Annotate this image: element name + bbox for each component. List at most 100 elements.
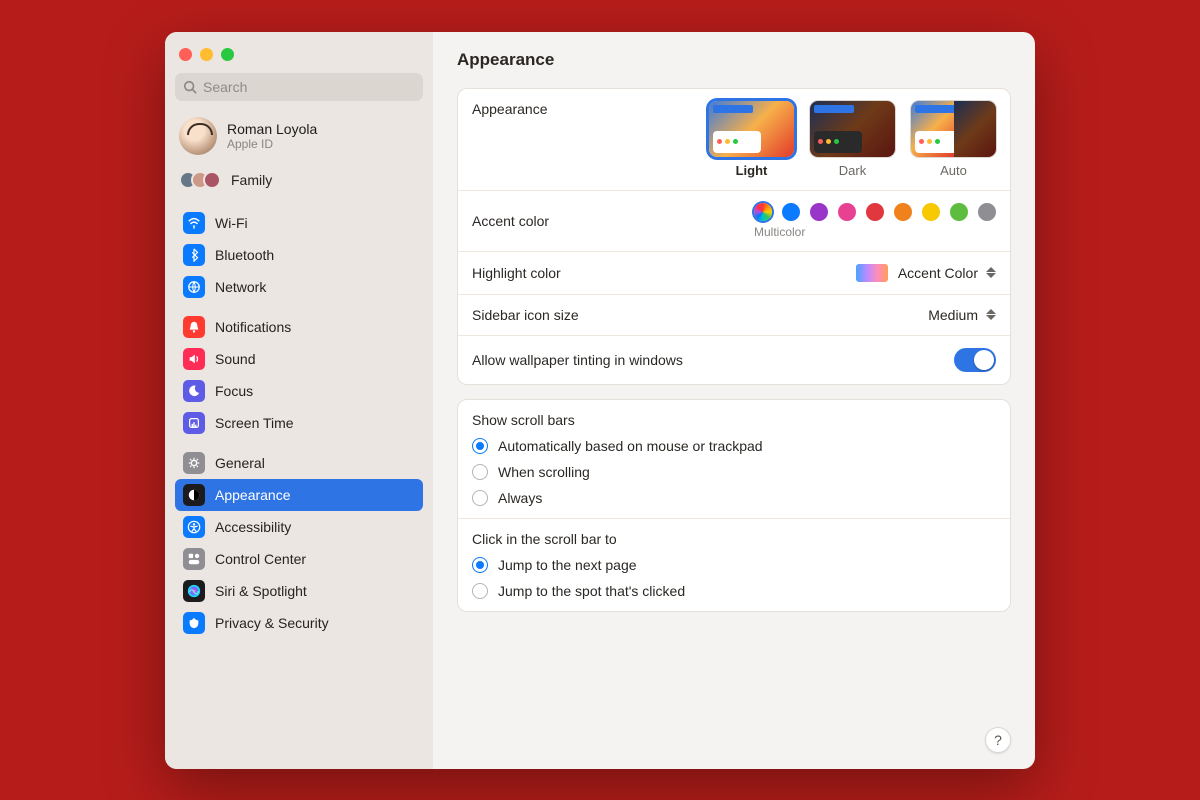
sidebar-item-label: Accessibility: [215, 519, 291, 535]
appearance-label: Appearance: [472, 101, 548, 117]
sidebar-item-sound[interactable]: Sound: [175, 343, 423, 375]
profile-sub: Apple ID: [227, 137, 317, 151]
accent-orange[interactable]: [894, 203, 912, 221]
tinting-label: Allow wallpaper tinting in windows: [472, 352, 683, 368]
close-icon[interactable]: [179, 48, 192, 61]
privacy-icon: [183, 612, 205, 634]
search-input[interactable]: Search: [175, 73, 423, 101]
profile-name: Roman Loyola: [227, 121, 317, 137]
sidebar-item-label: General: [215, 455, 265, 471]
radio-label: Jump to the next page: [498, 557, 637, 573]
radio-icon: [472, 583, 488, 599]
appearance-options: Light Dark Auto: [709, 101, 996, 178]
accent-pink[interactable]: [838, 203, 856, 221]
appearance-icon: [183, 484, 205, 506]
sound-icon: [183, 348, 205, 370]
sidebar-item-privacy[interactable]: Privacy & Security: [175, 607, 423, 639]
sidebar-item-screentime[interactable]: Screen Time: [175, 407, 423, 439]
scrollbar-panel: Show scroll bars Automatically based on …: [457, 399, 1011, 612]
sidebar-item-bluetooth[interactable]: Bluetooth: [175, 239, 423, 271]
search-placeholder: Search: [203, 79, 247, 95]
sidebar-item-label: Network: [215, 279, 266, 295]
highlight-select[interactable]: Accent Color: [856, 264, 996, 282]
family-icon: [179, 171, 221, 189]
accent-purple[interactable]: [810, 203, 828, 221]
sidebar-item-controlcenter[interactable]: Control Center: [175, 543, 423, 575]
accent-multi[interactable]: [754, 203, 772, 221]
sidebar-item-network[interactable]: Network: [175, 271, 423, 303]
sidebar-item-label: Focus: [215, 383, 253, 399]
controlcenter-icon: [183, 548, 205, 570]
accent-label: Accent color: [472, 213, 549, 229]
sidebar-item-notifications[interactable]: Notifications: [175, 311, 423, 343]
accent-green[interactable]: [950, 203, 968, 221]
wifi-icon: [183, 212, 205, 234]
bluetooth-icon: [183, 244, 205, 266]
appearance-panel: Appearance Light Dark: [457, 88, 1011, 385]
sidebar-item-label: Screen Time: [215, 415, 294, 431]
accent-blue[interactable]: [782, 203, 800, 221]
notifications-icon: [183, 316, 205, 338]
sidebar-item-label: Notifications: [215, 319, 291, 335]
sidebar-item-label: Bluetooth: [215, 247, 274, 263]
radio-icon: [472, 490, 488, 506]
content-pane: Appearance Appearance Light Dark: [433, 32, 1035, 769]
updown-icon: [986, 309, 996, 320]
siri-icon: [183, 580, 205, 602]
scroll-option[interactable]: Always: [472, 490, 996, 506]
accent-yellow[interactable]: [922, 203, 940, 221]
sidebar-size-select[interactable]: Medium: [928, 307, 996, 323]
accent-caption: Multicolor: [754, 225, 805, 239]
accessibility-icon: [183, 516, 205, 538]
search-icon: [183, 80, 197, 94]
page-title: Appearance: [457, 50, 1011, 70]
accent-red[interactable]: [866, 203, 884, 221]
radio-icon: [472, 557, 488, 573]
sidebar-item-label: Sound: [215, 351, 255, 367]
window-controls: [175, 44, 423, 73]
accent-gray[interactable]: [978, 203, 996, 221]
family-label: Family: [231, 172, 272, 188]
scroll-bars-title: Show scroll bars: [472, 412, 996, 428]
radio-label: Jump to the spot that's clicked: [498, 583, 685, 599]
general-icon: [183, 452, 205, 474]
radio-icon: [472, 438, 488, 454]
tinting-toggle[interactable]: [954, 348, 996, 372]
sidebar-item-appearance[interactable]: Appearance: [175, 479, 423, 511]
sidebar-item-general[interactable]: General: [175, 447, 423, 479]
sidebar-item-label: Appearance: [215, 487, 291, 503]
focus-icon: [183, 380, 205, 402]
help-button[interactable]: ?: [985, 727, 1011, 753]
radio-label: Automatically based on mouse or trackpad: [498, 438, 763, 454]
sidebar-item-focus[interactable]: Focus: [175, 375, 423, 407]
sidebar-item-label: Siri & Spotlight: [215, 583, 307, 599]
updown-icon: [986, 267, 996, 278]
minimize-icon[interactable]: [200, 48, 213, 61]
appearance-option-dark[interactable]: Dark: [810, 101, 895, 178]
scroll-option[interactable]: Automatically based on mouse or trackpad: [472, 438, 996, 454]
sidebar-item-accessibility[interactable]: Accessibility: [175, 511, 423, 543]
system-settings-window: Search Roman Loyola Apple ID Family Wi-F…: [165, 32, 1035, 769]
sidebar-size-label: Sidebar icon size: [472, 307, 579, 323]
click-title: Click in the scroll bar to: [472, 531, 996, 547]
appearance-option-auto[interactable]: Auto: [911, 101, 996, 178]
apple-id-row[interactable]: Roman Loyola Apple ID: [175, 115, 423, 165]
radio-icon: [472, 464, 488, 480]
sidebar: Search Roman Loyola Apple ID Family Wi-F…: [165, 32, 433, 769]
family-row[interactable]: Family: [175, 165, 423, 203]
highlight-preview-icon: [856, 264, 888, 282]
network-icon: [183, 276, 205, 298]
radio-label: Always: [498, 490, 542, 506]
avatar: [179, 117, 217, 155]
sidebar-item-label: Wi-Fi: [215, 215, 248, 231]
sidebar-item-siri[interactable]: Siri & Spotlight: [175, 575, 423, 607]
sidebar-item-wifi[interactable]: Wi-Fi: [175, 207, 423, 239]
appearance-option-light[interactable]: Light: [709, 101, 794, 178]
click-option[interactable]: Jump to the spot that's clicked: [472, 583, 996, 599]
click-option[interactable]: Jump to the next page: [472, 557, 996, 573]
zoom-icon[interactable]: [221, 48, 234, 61]
screentime-icon: [183, 412, 205, 434]
scroll-option[interactable]: When scrolling: [472, 464, 996, 480]
accent-color-picker: [754, 203, 996, 221]
radio-label: When scrolling: [498, 464, 590, 480]
